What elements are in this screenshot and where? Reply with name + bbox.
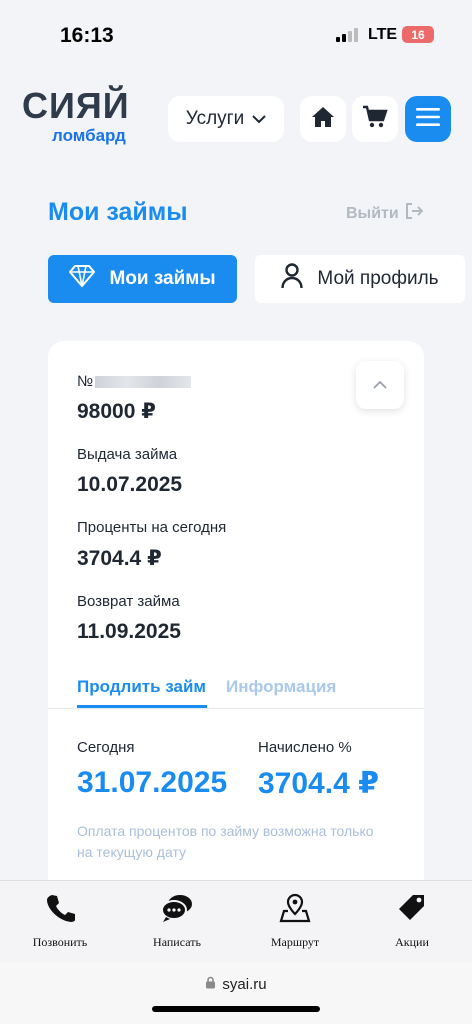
payment-note: Оплата процентов по займу возможна тольк… bbox=[77, 823, 374, 860]
home-icon bbox=[311, 106, 335, 133]
cart-icon bbox=[362, 105, 388, 134]
issue-date: 10.07.2025 bbox=[77, 473, 183, 496]
nav-message-label: Написать bbox=[153, 935, 201, 949]
home-button[interactable] bbox=[300, 96, 346, 142]
user-icon bbox=[281, 263, 304, 295]
status-time: 16:13 bbox=[60, 24, 114, 47]
nav-call[interactable]: Позвонить bbox=[10, 893, 110, 950]
tab-my-profile-label: Мой профиль bbox=[317, 268, 439, 289]
network-type: LTE bbox=[368, 26, 398, 43]
logout-button[interactable]: Выйти bbox=[346, 203, 424, 224]
nav-promotions-label: Акции bbox=[395, 935, 429, 949]
signal-icon bbox=[336, 28, 360, 42]
brand-subtitle: ломбард bbox=[52, 126, 126, 145]
interest-value: 3704.4 ₽ bbox=[77, 547, 162, 570]
logout-icon bbox=[405, 203, 424, 224]
nav-route-label: Маршрут bbox=[270, 935, 320, 949]
tab-extend-loan[interactable]: Продлить займ bbox=[77, 677, 206, 697]
tab-my-loans[interactable]: Мои займы bbox=[48, 255, 237, 303]
map-route-icon bbox=[279, 893, 311, 927]
phone-icon bbox=[45, 893, 76, 927]
nav-promotions[interactable]: Акции bbox=[362, 893, 462, 950]
battery-level: 16 bbox=[411, 27, 425, 42]
page-title: Мои займы bbox=[48, 198, 188, 226]
interest-label: Проценты на сегодня bbox=[77, 519, 227, 536]
tab-divider bbox=[48, 708, 424, 709]
url-display[interactable]: syai.ru bbox=[0, 976, 472, 993]
chevron-down-icon bbox=[252, 108, 266, 130]
menu-button[interactable] bbox=[405, 96, 451, 142]
logout-label: Выйти bbox=[346, 204, 399, 222]
nav-call-label: Позвонить bbox=[32, 935, 88, 949]
accrued-value: 3704.4 ₽ bbox=[258, 767, 379, 800]
services-label: Услуги bbox=[185, 108, 245, 129]
loan-number-label: № bbox=[77, 373, 94, 390]
tab-information[interactable]: Информация bbox=[226, 677, 336, 697]
services-dropdown[interactable]: Услуги bbox=[168, 96, 284, 142]
browser-url-bar[interactable]: syai.ru bbox=[0, 962, 472, 1024]
tab-my-profile[interactable]: Мой профиль bbox=[255, 255, 465, 303]
chat-icon bbox=[161, 893, 193, 927]
tag-icon bbox=[397, 893, 427, 927]
brand-logo[interactable]: СИЯЙ ломбард bbox=[22, 85, 132, 146]
today-label: Сегодня bbox=[77, 739, 135, 756]
status-bar: 16:13 LTE 16 bbox=[0, 0, 472, 70]
url-text: syai.ru bbox=[222, 976, 267, 993]
loan-card: № 98000 ₽ Выдача займа 10.07.2025 Процен… bbox=[48, 341, 424, 901]
bottom-nav: Позвонить Написать Маршрут Акции bbox=[0, 880, 472, 962]
loan-number: № bbox=[77, 373, 192, 390]
lock-icon bbox=[205, 976, 216, 993]
issue-label: Выдача займа bbox=[77, 446, 178, 463]
nav-route[interactable]: Маршрут bbox=[245, 893, 345, 950]
diamond-icon bbox=[69, 264, 96, 294]
redacted-number bbox=[95, 376, 192, 389]
accrued-label: Начислено % bbox=[258, 739, 352, 756]
today-value: 31.07.2025 bbox=[77, 766, 228, 799]
nav-message[interactable]: Написать bbox=[127, 893, 227, 950]
hamburger-icon bbox=[416, 107, 440, 131]
chevron-up-icon bbox=[373, 376, 387, 394]
tab-my-loans-label: Мои займы bbox=[109, 268, 216, 289]
brand-name: СИЯЙ bbox=[22, 85, 130, 126]
home-indicator bbox=[152, 1006, 320, 1012]
collapse-button[interactable] bbox=[356, 361, 404, 409]
return-label: Возврат займа bbox=[77, 593, 180, 610]
cart-button[interactable] bbox=[352, 96, 398, 142]
loan-amount: 98000 ₽ bbox=[77, 400, 156, 423]
return-date: 11.09.2025 bbox=[77, 620, 181, 643]
battery-icon: 16 bbox=[402, 26, 434, 43]
